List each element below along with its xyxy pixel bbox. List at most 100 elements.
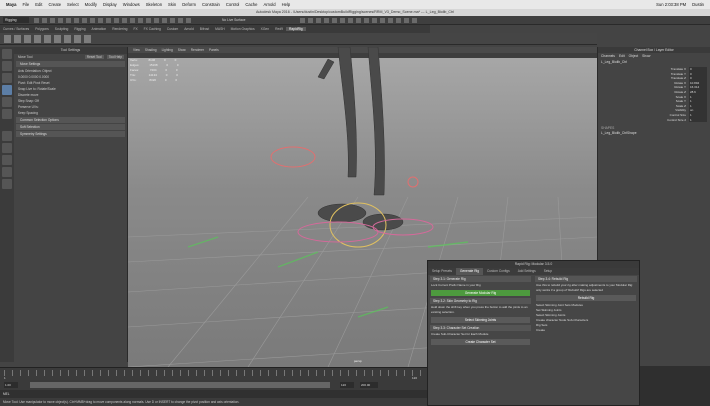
tool-name: Move Tool [18,55,33,59]
rig-tab-active[interactable]: Generate Rig [456,268,483,275]
cb-menu-show[interactable]: Show [642,53,650,59]
menu-edit[interactable]: Edit [35,2,42,7]
layout-graph-icon[interactable] [2,179,12,189]
status-line: Rigging No Live Surface [0,16,710,25]
channel-attr-value[interactable]: 1 [689,117,707,123]
step3-header: Step 3.3: Character Set Creation [430,325,531,331]
shelf-tab[interactable]: Polygons [32,27,52,31]
rig-tab[interactable]: Add Settings [514,268,540,275]
layout-four-icon[interactable] [2,143,12,153]
section-selection[interactable]: Common Selection Options [16,117,125,123]
step4-header: Step 3.4: Rebuild Rig [535,276,637,282]
shelf-icons[interactable] [4,35,94,43]
lock-prefix-checkbox[interactable]: Lock Current Prefix Name in your Rig [428,283,533,288]
rig-right-column: Step 3.4: Rebuild Rig Use this to rebuil… [533,275,639,347]
character-legs [317,47,404,231]
menu-skin[interactable]: Skin [168,2,176,7]
rig-tab[interactable]: Setup [540,268,556,275]
help-line: Move Tool: Use manipulator to move objec… [0,398,427,406]
rebuild-rig-button[interactable]: Rebuild Rig [536,295,636,301]
user-name[interactable]: Dustin [692,2,704,7]
tool-help-button[interactable]: Tool Help [106,55,124,59]
section-symmetry[interactable]: Symmetry Settings [16,131,125,137]
rotate-tool-icon[interactable] [2,97,12,107]
range-end-field[interactable]: 120 [340,382,354,388]
step2-header: Step 3.2: Skin Geometry to Rig [430,298,531,304]
render-icons [300,18,420,23]
shelf-tab[interactable]: Sculpting [52,27,72,31]
selected-node[interactable]: L_Leg_Biolib_Ctrl [598,59,710,65]
shelf-tab-active[interactable]: RapidRig [286,27,306,31]
menu-cache[interactable]: Cache [245,2,257,7]
shelf-tab[interactable]: Rigging [71,27,88,31]
shelf-tab[interactable]: MASH [212,27,228,31]
shelf-tab[interactable]: Rendering [109,27,130,31]
window-title: Autodesk Maya 2016 - /Users/dustin/Deskt… [0,9,710,16]
layout-outliner-icon[interactable] [2,167,12,177]
setting-row[interactable]: Keep Spacing [14,110,127,116]
rig-tab[interactable]: Setup Presets [428,268,456,275]
shelf-tab[interactable]: FX Caching [141,27,164,31]
generate-rig-button[interactable]: Generate Modular Rig [431,290,530,296]
rapid-rig-window: Rapid Rig: Modular 3.5.0 Setup Presets G… [427,260,640,406]
shape-node[interactable]: L_Leg_Biolib_CtrlShape [598,131,710,136]
layout-single-icon[interactable] [2,131,12,141]
playback-end-field[interactable]: 200.00 [360,382,378,388]
menu-skeleton[interactable]: Skeleton [146,2,162,7]
rig-tabs: Setup Presets Generate Rig Custom Config… [428,268,639,275]
rig-tab[interactable]: Custom Configs [483,268,514,275]
scale-tool-icon[interactable] [2,109,12,119]
menu-help[interactable]: Help [282,2,291,7]
step2-text: Hold down the shift key when you press t… [431,305,528,314]
menu-arnold[interactable]: Arnold [263,2,275,7]
shelf-tab[interactable]: Red9 [272,27,286,31]
menu-control[interactable]: Control [226,2,240,7]
shelf [0,33,597,45]
cb-menu-object[interactable]: Object [629,53,639,59]
mac-menubar: Maya File Edit Create Select Modify Disp… [0,0,710,9]
shelf-tab[interactable]: Custom [164,27,181,31]
clock: Sun 2:03:38 PM [656,2,687,7]
step1-header: Step 3.1: Generate Rig [430,276,531,282]
menu-deform[interactable]: Deform [182,2,196,7]
shelf-tab[interactable]: Curves / Surfaces [0,27,32,31]
menu-create[interactable]: Create [48,2,61,7]
menu-file[interactable]: File [22,2,29,7]
range-start-field[interactable]: 1.00 [4,382,18,388]
lasso-tool-icon[interactable] [2,61,12,71]
range-bar[interactable] [30,382,330,388]
menu-constrain[interactable]: Constrain [202,2,220,7]
shelf-tab[interactable]: Bifrost [197,27,212,31]
create-checkbox[interactable]: Create [533,328,639,333]
layout-side-icon[interactable] [2,155,12,165]
paint-select-icon[interactable] [2,73,12,83]
select-tool-icon[interactable] [2,49,12,59]
rig-left-column: Step 3.1: Generate Rig Lock Current Pref… [428,275,533,347]
shelf-tabs: Curves / Surfaces Polygons Sculpting Rig… [0,25,430,33]
section-move-settings[interactable]: Move Settings [16,61,125,67]
shelf-tab[interactable]: XGen [258,27,272,31]
move-tool-icon[interactable] [2,85,12,95]
menu-modify[interactable]: Modify [85,2,97,7]
app-menu[interactable]: Maya [6,2,16,7]
menu-select[interactable]: Select [67,2,79,7]
time-slider[interactable]: 1 120 [0,367,427,380]
mel-label[interactable]: MEL [0,392,10,396]
command-line[interactable]: MEL [0,390,427,398]
side-dark-panel [640,366,710,406]
camera-label: persp [354,359,362,363]
range-slider[interactable]: 1.00 120 200.00 [0,380,427,390]
shelf-tab[interactable]: Arnold [181,27,197,31]
section-soft-select[interactable]: Soft Selection [16,124,125,130]
select-skinning-joints-button[interactable]: Select Skinning Joints [431,317,530,323]
shelf-tab[interactable]: Motion Graphics [228,27,258,31]
shelf-tab[interactable]: Animation [89,27,110,31]
shelf-tab[interactable]: FX [130,27,140,31]
sub-character-checkbox[interactable]: Create Sub-Character Set for Each Module [428,332,533,337]
menu-windows[interactable]: Windows [123,2,140,7]
reset-tool-button[interactable]: Reset Tool [84,55,104,59]
menu-display[interactable]: Display [103,2,117,7]
create-character-set-button[interactable]: Create Character Set [431,339,530,345]
channel-attr-row[interactable]: Control Size 21 [598,117,710,123]
mode-dropdown[interactable]: Rigging [3,17,29,23]
